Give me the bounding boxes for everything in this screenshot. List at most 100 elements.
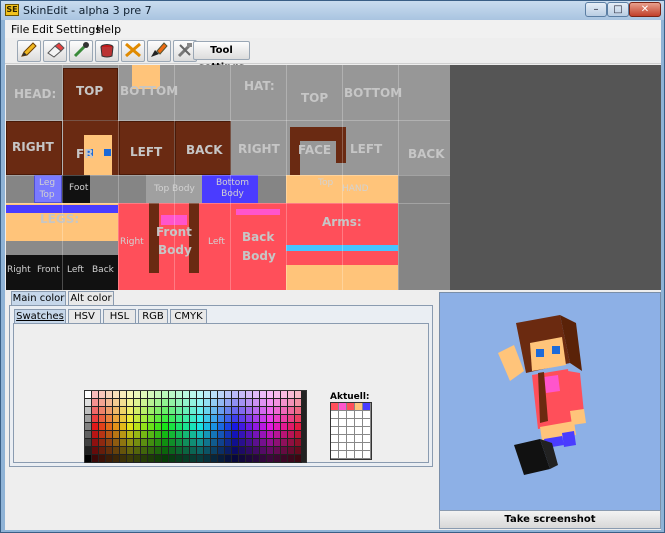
swatch-cell[interactable] — [232, 423, 239, 431]
take-screenshot-button[interactable]: Take screenshot — [439, 510, 661, 529]
swatch-cell[interactable] — [211, 455, 218, 463]
swatch-cell[interactable] — [169, 423, 176, 431]
recent-color-cell[interactable] — [347, 419, 355, 427]
swatch-cell[interactable] — [267, 447, 274, 455]
swatch-cell[interactable] — [141, 407, 148, 415]
swatch-cell[interactable] — [106, 407, 113, 415]
swatch-cell[interactable] — [169, 399, 176, 407]
swatch-cell[interactable] — [253, 399, 260, 407]
swatch-cell[interactable] — [204, 455, 211, 463]
swatch-cell[interactable] — [134, 439, 141, 447]
recent-color-cell[interactable] — [331, 419, 339, 427]
swatch-cell[interactable] — [141, 439, 148, 447]
swatch-cell[interactable] — [99, 391, 106, 399]
swatch-cell[interactable] — [211, 407, 218, 415]
swatch-cell[interactable] — [197, 455, 204, 463]
swatch-cell[interactable] — [288, 431, 295, 439]
eyedropper-tool-button[interactable] — [69, 40, 93, 62]
swatch-cell[interactable] — [190, 431, 197, 439]
swatch-cell[interactable] — [197, 423, 204, 431]
swatch-cell[interactable] — [127, 399, 134, 407]
swatch-cell[interactable] — [239, 407, 246, 415]
swatch-cell[interactable] — [253, 415, 260, 423]
recent-color-cell[interactable] — [331, 451, 339, 459]
recent-color-cell[interactable] — [347, 411, 355, 419]
swatch-cell[interactable] — [274, 455, 281, 463]
swatch-cell[interactable] — [162, 423, 169, 431]
swatch-cell[interactable] — [134, 399, 141, 407]
swatch-cell[interactable] — [99, 415, 106, 423]
swatch-cell[interactable] — [295, 447, 302, 455]
swatch-cell[interactable] — [85, 399, 92, 407]
swatch-cell[interactable] — [225, 407, 232, 415]
swatch-cell[interactable] — [253, 455, 260, 463]
swatch-cell[interactable] — [274, 423, 281, 431]
swatch-cell[interactable] — [197, 407, 204, 415]
swatch-cell[interactable] — [204, 423, 211, 431]
swatch-cell[interactable] — [204, 407, 211, 415]
swatch-cell[interactable] — [197, 447, 204, 455]
swatch-cell[interactable] — [197, 439, 204, 447]
swatch-cell[interactable] — [92, 439, 99, 447]
recent-color-cell[interactable] — [355, 427, 363, 435]
swatch-cell[interactable] — [183, 455, 190, 463]
swatch-cell[interactable] — [190, 423, 197, 431]
recent-color-cell[interactable] — [363, 451, 371, 459]
swatch-cell[interactable] — [113, 455, 120, 463]
swatch-cell[interactable] — [295, 399, 302, 407]
swatch-cell[interactable] — [239, 391, 246, 399]
bucket-tool-button[interactable] — [95, 40, 119, 62]
swatch-cell[interactable] — [204, 415, 211, 423]
recent-color-cell[interactable] — [339, 419, 347, 427]
swatch-cell[interactable] — [267, 399, 274, 407]
swatch-cell[interactable] — [85, 447, 92, 455]
swatch-cell[interactable] — [246, 391, 253, 399]
swatch-cell[interactable] — [218, 399, 225, 407]
swatch-cell[interactable] — [190, 407, 197, 415]
swatch-cell[interactable] — [127, 407, 134, 415]
swatch-cell[interactable] — [211, 447, 218, 455]
swatch-cell[interactable] — [246, 407, 253, 415]
swatch-cell[interactable] — [246, 431, 253, 439]
swatch-cell[interactable] — [232, 407, 239, 415]
swatch-cell[interactable] — [239, 423, 246, 431]
swatch-cell[interactable] — [106, 399, 113, 407]
swatch-cell[interactable] — [225, 447, 232, 455]
swatch-cell[interactable] — [204, 431, 211, 439]
swatch-cell[interactable] — [169, 415, 176, 423]
swatch-cell[interactable] — [281, 439, 288, 447]
recent-color-cell[interactable] — [355, 403, 363, 411]
recent-color-cell[interactable] — [339, 451, 347, 459]
swatch-cell[interactable] — [260, 415, 267, 423]
swatch-cell[interactable] — [162, 391, 169, 399]
swatch-cell[interactable] — [232, 439, 239, 447]
recent-color-cell[interactable] — [331, 403, 339, 411]
body-back-face[interactable] — [230, 203, 286, 290]
swatch-cell[interactable] — [260, 391, 267, 399]
swatch-cell[interactable] — [148, 391, 155, 399]
swatch-cell[interactable] — [99, 431, 106, 439]
swatch-cell[interactable] — [148, 447, 155, 455]
swatch-cell[interactable] — [169, 407, 176, 415]
tab-rgb[interactable]: RGB — [138, 309, 168, 324]
recent-color-cell[interactable] — [339, 403, 347, 411]
swatch-cell[interactable] — [246, 423, 253, 431]
swatch-cell[interactable] — [141, 455, 148, 463]
recent-color-cell[interactable] — [363, 411, 371, 419]
swatch-cell[interactable] — [169, 455, 176, 463]
swatch-cell[interactable] — [92, 431, 99, 439]
swatch-cell[interactable] — [288, 415, 295, 423]
swatch-cell[interactable] — [176, 447, 183, 455]
recent-color-cell[interactable] — [355, 451, 363, 459]
swatch-cell[interactable] — [99, 423, 106, 431]
swatch-cell[interactable] — [267, 423, 274, 431]
recent-color-cell[interactable] — [331, 427, 339, 435]
swatch-cell[interactable] — [274, 399, 281, 407]
swatch-cell[interactable] — [176, 439, 183, 447]
menu-file[interactable]: File — [11, 23, 29, 36]
swatch-cell[interactable] — [232, 391, 239, 399]
swatch-cell[interactable] — [169, 431, 176, 439]
swatch-cell[interactable] — [253, 391, 260, 399]
swatch-cell[interactable] — [113, 407, 120, 415]
swatch-cell[interactable] — [183, 407, 190, 415]
